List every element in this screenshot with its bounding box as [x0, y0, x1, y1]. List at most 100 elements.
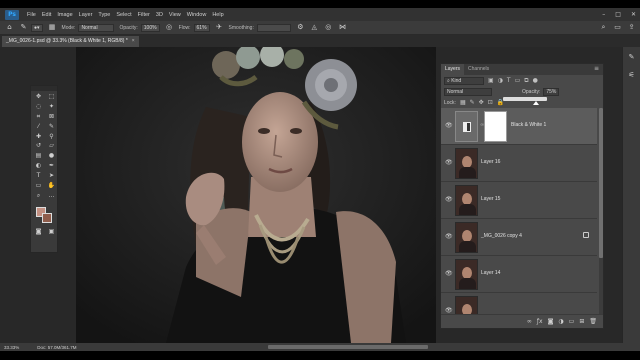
- visibility-eye-icon[interactable]: 👁: [445, 233, 453, 240]
- smoothing-options-icon[interactable]: ⚙: [296, 23, 305, 32]
- layer-filter-select[interactable]: ⌕ Kind: [444, 76, 484, 85]
- healing-brush-icon[interactable]: ✚: [32, 133, 45, 142]
- eyedropper-icon[interactable]: ⁄: [32, 123, 45, 132]
- move-tool-icon[interactable]: ✥: [32, 93, 45, 102]
- menu-layer[interactable]: Layer: [79, 12, 93, 18]
- crop-tool-icon[interactable]: ⌗: [32, 113, 45, 122]
- zoom-level[interactable]: 33.33%: [4, 345, 19, 350]
- menu-help[interactable]: Help: [212, 12, 223, 18]
- add-mask-icon[interactable]: ◙: [548, 318, 554, 326]
- layer-row[interactable]: 👁 Layer 15: [441, 182, 597, 219]
- opacity-input[interactable]: 100%: [140, 23, 160, 32]
- minimize-icon[interactable]: –: [602, 11, 605, 18]
- gradient-icon[interactable]: ▤: [32, 152, 45, 161]
- visibility-eye-icon[interactable]: 👁: [445, 122, 453, 129]
- lock-position-icon[interactable]: ✥: [479, 99, 484, 106]
- new-adjustment-icon[interactable]: ◑: [558, 318, 563, 326]
- layer-name[interactable]: Layer 14: [481, 270, 500, 276]
- visibility-eye-icon[interactable]: 👁: [445, 159, 453, 166]
- history-brush-icon[interactable]: ↺: [32, 142, 45, 151]
- path-select-icon[interactable]: ➤: [45, 172, 58, 181]
- pen-tool-icon[interactable]: ✒: [45, 162, 58, 171]
- new-group-icon[interactable]: ▭: [569, 318, 575, 326]
- quick-mask-icon[interactable]: ◙: [32, 228, 45, 237]
- menu-3d[interactable]: 3D: [156, 12, 163, 18]
- tab-layers[interactable]: Layers: [441, 64, 465, 75]
- menu-view[interactable]: View: [169, 12, 181, 18]
- lock-transparent-icon[interactable]: ▦: [460, 99, 466, 106]
- layer-opacity-input[interactable]: 75%: [543, 87, 560, 96]
- visibility-eye-icon[interactable]: 👁: [445, 307, 453, 314]
- layer-row[interactable]: 👁 _MG_0026 copy 4: [441, 219, 597, 256]
- layer-mask-thumbnail[interactable]: [484, 111, 507, 142]
- adjustments-panel-icon[interactable]: ⚟: [623, 71, 640, 79]
- home-icon[interactable]: ⌂: [5, 23, 14, 32]
- visibility-eye-icon[interactable]: 👁: [445, 270, 453, 277]
- search-icon[interactable]: ⌕: [599, 23, 608, 32]
- layer-name[interactable]: Layer 15: [481, 196, 500, 202]
- layer-row[interactable]: 👁 Layer 14: [441, 256, 597, 293]
- pressure-opacity-icon[interactable]: ◎: [165, 23, 174, 32]
- menu-image[interactable]: Image: [57, 12, 72, 18]
- magic-wand-icon[interactable]: ✦: [45, 103, 58, 112]
- lasso-tool-icon[interactable]: ◌: [32, 103, 45, 112]
- smoothing-input[interactable]: [256, 23, 291, 32]
- link-layers-icon[interactable]: ∞: [527, 318, 532, 326]
- delete-layer-icon[interactable]: 🗑: [589, 318, 597, 326]
- visibility-eye-icon[interactable]: 👁: [445, 196, 453, 203]
- screen-mode-icon[interactable]: ▣: [45, 228, 58, 237]
- airbrush-icon[interactable]: ✈: [215, 23, 224, 32]
- frame-tool-icon[interactable]: ⊠: [45, 113, 58, 122]
- brush-preset-picker[interactable]: ●▾: [31, 23, 43, 32]
- lock-artboard-icon[interactable]: ⊡: [488, 99, 493, 106]
- maximize-icon[interactable]: □: [615, 11, 621, 18]
- close-tab-icon[interactable]: ×: [132, 38, 135, 44]
- menu-window[interactable]: Window: [187, 12, 207, 18]
- layer-row[interactable]: 👁: [441, 293, 597, 314]
- angle-icon[interactable]: ◬: [310, 23, 319, 32]
- new-layer-icon[interactable]: ⊞: [579, 318, 584, 326]
- fill-slider-track[interactable]: [503, 97, 547, 101]
- symmetry-icon[interactable]: ⋈: [338, 23, 347, 32]
- layer-name[interactable]: Black & White 1: [511, 122, 546, 128]
- marquee-tool-icon[interactable]: ⬚: [45, 93, 58, 102]
- flow-input[interactable]: 61%: [193, 23, 210, 32]
- layer-name[interactable]: _MG_0026 copy 4: [481, 233, 522, 239]
- fill-slider-thumb[interactable]: [533, 101, 539, 105]
- menu-file[interactable]: File: [27, 12, 36, 18]
- layers-scrollbar[interactable]: [599, 108, 603, 314]
- pressure-size-icon[interactable]: ◎: [324, 23, 333, 32]
- layer-name[interactable]: Layer 16: [481, 159, 500, 165]
- clone-stamp-icon[interactable]: ⚲: [45, 133, 58, 142]
- menu-filter[interactable]: Filter: [138, 12, 150, 18]
- brush-tool-icon[interactable]: ✎: [19, 23, 28, 32]
- filter-pixel-icon[interactable]: ▣: [488, 77, 494, 84]
- filter-toggle-icon[interactable]: ●: [533, 77, 538, 84]
- background-color-swatch[interactable]: [42, 212, 52, 223]
- share-icon[interactable]: ⇪: [627, 23, 636, 32]
- dodge-tool-icon[interactable]: ◐: [32, 162, 45, 171]
- brush-settings-icon[interactable]: ▦: [48, 23, 57, 32]
- filter-shape-icon[interactable]: ▭: [515, 77, 521, 84]
- layers-scrollbar-thumb[interactable]: [599, 108, 603, 258]
- tab-channels[interactable]: Channels: [464, 64, 493, 75]
- blur-tool-icon[interactable]: ●: [45, 152, 58, 161]
- filter-type-icon[interactable]: T: [507, 77, 511, 84]
- hand-tool-icon[interactable]: ✋: [45, 182, 58, 191]
- portrait-photo[interactable]: [76, 47, 436, 343]
- zoom-tool-icon[interactable]: ⌕: [32, 192, 45, 201]
- workspace-icon[interactable]: ▭: [613, 23, 622, 32]
- filter-smart-icon[interactable]: ⧉: [524, 77, 528, 85]
- lock-pixels-icon[interactable]: ✎: [470, 99, 475, 106]
- menu-type[interactable]: Type: [98, 12, 110, 18]
- brush-icon[interactable]: ✎: [45, 123, 58, 132]
- layer-row[interactable]: 👁 ∞ Black & White 1: [441, 108, 597, 145]
- shape-tool-icon[interactable]: ▭: [32, 182, 45, 191]
- horizontal-scrollbar[interactable]: [268, 345, 428, 349]
- close-window-icon[interactable]: ✕: [631, 11, 636, 18]
- mode-select[interactable]: Normal: [78, 23, 115, 32]
- brush-panel-icon[interactable]: ✎: [623, 53, 640, 61]
- blend-mode-select[interactable]: Normal: [444, 87, 492, 96]
- panel-menu-icon[interactable]: ≡: [594, 65, 599, 72]
- type-tool-icon[interactable]: T: [32, 172, 45, 181]
